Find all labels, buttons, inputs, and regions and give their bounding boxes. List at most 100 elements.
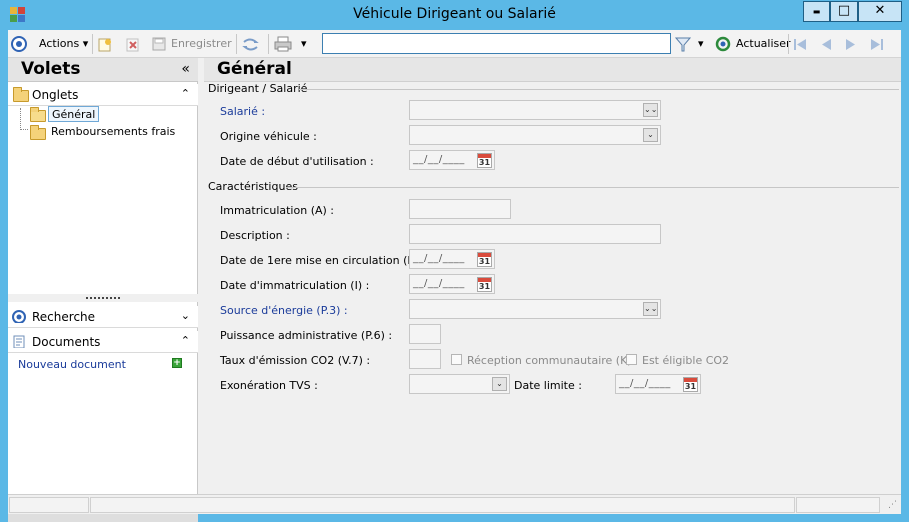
filter-menu-button[interactable]: ▾ [698, 34, 704, 54]
chevron-down-icon[interactable]: ⌄ [181, 309, 190, 322]
volets-title: Volets [21, 59, 81, 79]
calendar-day: 31 [684, 382, 697, 391]
next-page-icon[interactable] [845, 38, 857, 51]
prev-page-icon[interactable] [820, 38, 832, 51]
print-menu-button[interactable]: ▾ [301, 34, 307, 54]
immatriculation-label: Immatriculation (A) : [220, 204, 335, 217]
first-page-icon[interactable] [793, 38, 807, 51]
date-1ere-field[interactable]: __/__/____ 31 [409, 249, 495, 269]
double-chevron-down-icon[interactable]: ⌄⌄ [643, 103, 658, 117]
date-debut-field[interactable]: __/__/____ 31 [409, 150, 495, 170]
double-chevron-down-icon[interactable]: ⌄⌄ [643, 302, 658, 316]
delete-icon[interactable] [126, 38, 140, 52]
tree-item-remboursements[interactable]: Remboursements frais [51, 124, 175, 140]
exoneration-label: Exonération TVS : [220, 379, 318, 392]
description-input[interactable] [409, 224, 661, 244]
date-limite-label: Date limite : [514, 379, 582, 392]
panel-splitter[interactable] [8, 294, 198, 302]
page-title: Général [217, 59, 292, 79]
new-document-link[interactable]: Nouveau document [18, 358, 126, 371]
eligible-co2-checkbox[interactable] [626, 354, 637, 365]
reception-checkbox[interactable] [451, 354, 462, 365]
puissance-input[interactable] [409, 324, 441, 344]
chevron-down-icon: ▾ [82, 37, 89, 50]
chevron-down-icon[interactable]: ⌄ [492, 377, 507, 391]
close-button[interactable]: ✕ [858, 1, 902, 22]
date-immat-value: __/__/____ [413, 278, 465, 289]
close-icon: ✕ [874, 3, 886, 18]
collapse-panel-icon[interactable]: « [181, 61, 190, 77]
date-immat-field[interactable]: __/__/____ 31 [409, 274, 495, 294]
chevron-down-icon[interactable]: ⌄ [643, 128, 658, 142]
section-documents-label: Documents [32, 335, 101, 349]
calendar-icon[interactable]: 31 [683, 377, 698, 392]
refresh-label: Actualiser [736, 37, 791, 50]
resize-grip-icon[interactable]: ⋰ [888, 500, 897, 510]
tree-connector [20, 108, 28, 130]
group-title-owner: Dirigeant / Salarié [208, 82, 308, 95]
minimize-button[interactable]: ▬ [803, 1, 830, 22]
eligible-co2-label: Est éligible CO2 [642, 354, 730, 367]
status-pane [796, 497, 880, 513]
document-icon [13, 335, 25, 348]
round-target-icon [12, 310, 26, 323]
section-recherche[interactable]: Recherche ⌄ [8, 306, 198, 328]
actions-menu-button[interactable]: Actions ▾ [39, 34, 88, 54]
calendar-day: 31 [478, 282, 491, 291]
immatriculation-input[interactable] [409, 199, 511, 219]
folder-icon [30, 125, 46, 140]
calendar-day: 31 [478, 158, 491, 167]
taux-co2-input[interactable] [409, 349, 441, 369]
section-documents[interactable]: Documents ⌃ [8, 331, 198, 353]
filter-icon[interactable] [675, 37, 691, 52]
chevron-down-icon: ▾ [698, 37, 704, 50]
chevron-up-icon[interactable]: ⌃ [181, 334, 190, 347]
maximize-button[interactable]: □ [830, 1, 858, 22]
tree-item-general[interactable]: Général [48, 106, 100, 122]
toolbar-separator [268, 34, 269, 54]
status-pane [9, 497, 89, 513]
section-recherche-label: Recherche [32, 310, 96, 324]
folder-open-icon [30, 107, 46, 122]
source-energie-select[interactable]: ⌄⌄ [409, 299, 661, 319]
origine-select[interactable]: ⌄ [409, 125, 661, 145]
salarie-label: Salarié : [220, 105, 266, 118]
date-1ere-label: Date de 1ere mise en circulation (B) : [220, 254, 427, 267]
group-divider [299, 89, 899, 90]
calendar-day: 31 [478, 257, 491, 266]
exoneration-select[interactable]: ⌄ [409, 374, 510, 394]
status-pane [90, 497, 795, 513]
client-area: Actions ▾ Enregistrer ▾ ▾ Actualiser Vol… [8, 30, 901, 522]
minimize-icon: ▬ [812, 7, 821, 16]
save-button[interactable]: Enregistrer [152, 34, 232, 54]
date-1ere-value: __/__/____ [413, 253, 465, 264]
salarie-select[interactable]: ⌄⌄ [409, 100, 661, 120]
add-document-icon[interactable]: + [172, 358, 182, 368]
calendar-icon[interactable]: 31 [477, 252, 492, 267]
left-panel: Volets « Onglets ⌃ Général Remboursement… [8, 58, 198, 522]
sync-icon[interactable] [242, 37, 259, 52]
search-input[interactable] [322, 33, 671, 54]
toolbar: Actions ▾ Enregistrer ▾ ▾ Actualiser [8, 30, 901, 58]
date-debut-label: Date de début d'utilisation : [220, 155, 374, 168]
section-onglets[interactable]: Onglets ⌃ [8, 84, 198, 106]
chevron-up-icon[interactable]: ⌃ [181, 87, 190, 100]
puissance-label: Puissance administrative (P.6) : [220, 329, 393, 342]
last-page-icon[interactable] [870, 38, 884, 51]
new-doc-icon[interactable] [98, 38, 112, 52]
actions-label: Actions [39, 37, 80, 50]
printer-icon[interactable] [274, 36, 292, 52]
origine-label: Origine véhicule : [220, 130, 317, 143]
round-target-icon[interactable] [11, 36, 27, 52]
window-title: Véhicule Dirigeant ou Salarié [353, 6, 556, 22]
section-onglets-label: Onglets [32, 88, 79, 102]
group-divider [286, 187, 899, 188]
application-window: Véhicule Dirigeant ou Salarié ▬ □ ✕ Acti… [0, 0, 909, 522]
refresh-button[interactable]: Actualiser [715, 34, 791, 54]
calendar-icon[interactable]: 31 [477, 277, 492, 292]
calendar-icon[interactable]: 31 [477, 153, 492, 168]
date-debut-value: __/__/____ [413, 154, 465, 165]
folder-icon [13, 87, 29, 102]
date-limite-field[interactable]: __/__/____ 31 [615, 374, 701, 394]
toolbar-separator [92, 34, 93, 54]
